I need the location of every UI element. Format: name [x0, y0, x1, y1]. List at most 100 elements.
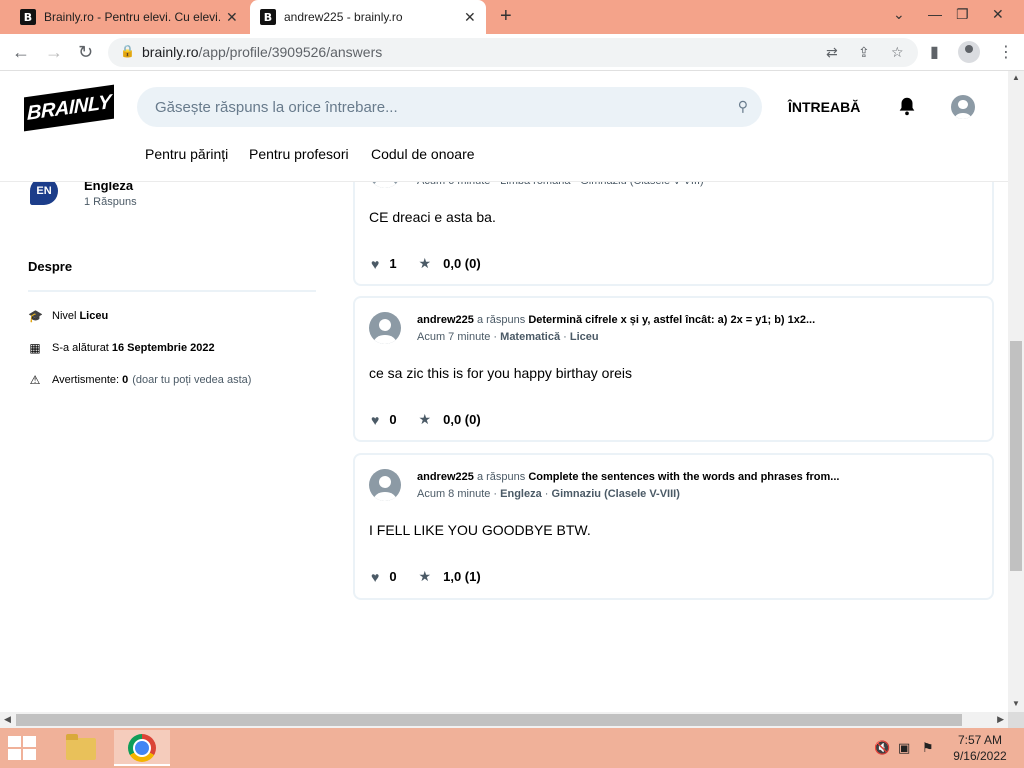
tab-search-icon[interactable]: ⌄ — [893, 6, 905, 23]
profile-icon[interactable] — [958, 41, 980, 63]
notification-bell-icon[interactable] — [896, 95, 918, 117]
close-tab-icon[interactable]: ✕ — [226, 9, 238, 26]
rating-value: 0,0 (0) — [443, 412, 481, 427]
divider — [28, 290, 316, 292]
rating-value: 0,0 (0) — [443, 256, 481, 271]
answer-text[interactable]: CE dreaci e asta ba. — [369, 209, 496, 225]
heart-icon[interactable]: ♥ — [371, 412, 379, 428]
like-count: 0 — [389, 412, 397, 427]
question-link[interactable]: Complete the sentences with the words an… — [528, 471, 839, 483]
joined-row: ▦ S-a alăturat 16 Septembrie 2022 — [28, 341, 215, 355]
warnings-value: 0 — [122, 374, 129, 386]
answer-subject[interactable]: Engleza — [500, 488, 542, 500]
restore-icon[interactable]: ❐ — [956, 6, 969, 23]
share-icon[interactable]: ⇪ — [858, 44, 870, 61]
joined-label: S-a alăturat — [52, 342, 109, 354]
tab-brainly-home[interactable]: B Brainly.ro - Pentru elevi. Cu elevi. ✕ — [12, 0, 248, 34]
answer-author-avatar-icon[interactable] — [369, 312, 401, 344]
scroll-up-icon[interactable]: ▲ — [1012, 73, 1020, 82]
new-tab-button[interactable]: + — [500, 6, 512, 26]
scrollbar-thumb[interactable] — [16, 714, 962, 726]
brainly-favicon-icon: B — [20, 9, 36, 25]
network-icon[interactable]: ▣ — [898, 740, 910, 756]
minimize-icon[interactable]: — — [928, 6, 942, 22]
system-clock[interactable]: 7:57 AM 9/16/2022 — [950, 732, 1010, 764]
answered-verb: a răspuns — [476, 314, 526, 326]
answer-text[interactable]: I FELL LIKE YOU GOODBYE BTW. — [369, 522, 591, 538]
forward-icon[interactable]: → — [45, 42, 63, 62]
answer-time: Acum 8 minute — [417, 488, 491, 500]
scroll-down-icon[interactable]: ▼ — [1012, 699, 1020, 708]
horizontal-scrollbar[interactable]: ◀ ▶ — [0, 712, 1008, 728]
author-username[interactable]: andrew225 — [417, 314, 474, 326]
joined-value: 16 Septembrie 2022 — [111, 342, 215, 354]
search-icon[interactable]: ⚲ — [738, 98, 748, 115]
back-icon[interactable]: ← — [12, 42, 30, 62]
browser-toolbar: ← → ↻ 🔒 brainly.ro/app/profile/3909526/a… — [0, 34, 1024, 71]
nav-honor-code-link[interactable]: Codul de onoare — [371, 146, 475, 162]
tab-title: andrew225 - brainly.ro — [284, 10, 403, 24]
clock-time: 7:57 AM — [957, 733, 1003, 747]
vertical-scrollbar[interactable]: ▲ ▼ — [1008, 71, 1024, 712]
url-text[interactable]: brainly.ro/app/profile/3909526/answers — [142, 44, 382, 60]
nav-teachers-link[interactable]: Pentru profesori — [249, 146, 349, 162]
answer-card: andrew225 a răspuns Complete the sentenc… — [353, 453, 994, 600]
like-count: 1 — [389, 256, 397, 271]
answer-text[interactable]: ce sa zic this is for you happy birthay … — [369, 365, 632, 381]
answer-author-avatar-icon[interactable] — [369, 469, 401, 501]
search-input[interactable] — [137, 87, 762, 127]
calendar-icon: ▦ — [29, 341, 41, 355]
warning-icon: ⚠ — [29, 373, 41, 387]
flag-icon[interactable]: ⚑ — [922, 740, 934, 756]
lock-icon[interactable]: 🔒 — [120, 44, 135, 58]
answer-stats: ♥ 1 ★ 0,0 (0) — [371, 255, 481, 272]
ask-question-button[interactable]: ÎNTREABĂ — [788, 99, 860, 115]
reload-icon[interactable]: ↻ — [78, 42, 93, 62]
scrollbar-corner — [1008, 712, 1024, 728]
rating-value: 1,0 (1) — [443, 569, 481, 584]
brainly-favicon-icon: B — [260, 9, 276, 25]
about-heading: Despre — [28, 259, 73, 274]
answer-level: Gimnaziu (Clasele V-VIII) — [551, 488, 680, 500]
star-rating-icon: ★ — [418, 255, 432, 271]
brainly-logo[interactable]: BRAINLY — [24, 84, 114, 132]
close-tab-icon[interactable]: ✕ — [464, 9, 476, 26]
scrollbar-thumb[interactable] — [1010, 341, 1022, 571]
tab-title: Brainly.ro - Pentru elevi. Cu elevi. — [44, 10, 220, 24]
chrome-icon — [128, 734, 156, 762]
level-value: Liceu — [79, 310, 109, 322]
star-rating-icon: ★ — [418, 568, 432, 584]
chrome-taskbar-button[interactable] — [114, 730, 170, 766]
menu-icon[interactable]: ⋮ — [998, 42, 1014, 62]
side-panel-icon[interactable]: ▮ — [930, 42, 939, 62]
answer-level: Liceu — [569, 331, 599, 343]
translate-icon[interactable]: ⇄ — [826, 44, 838, 61]
heart-icon[interactable]: ♥ — [371, 256, 379, 272]
tab-profile[interactable]: B andrew225 - brainly.ro ✕ — [250, 0, 486, 34]
user-avatar-icon[interactable] — [951, 95, 975, 119]
scroll-right-icon[interactable]: ▶ — [997, 714, 1004, 725]
answer-header: andrew225 a răspuns Complete the sentenc… — [417, 471, 839, 483]
windows-start-icon[interactable] — [8, 736, 38, 760]
volume-muted-icon[interactable]: 🔇 — [874, 740, 890, 756]
answer-stats: ♥ 0 ★ 0,0 (0) — [371, 411, 481, 428]
heart-icon[interactable]: ♥ — [371, 569, 379, 585]
answer-time: Acum 7 minute — [417, 331, 491, 343]
answer-header: andrew225 a răspuns Determină cifrele x … — [417, 314, 815, 326]
url-path: /app/profile/3909526/answers — [198, 44, 383, 60]
question-link[interactable]: Determină cifrele x și y, astfel încât: … — [528, 314, 815, 326]
address-bar[interactable]: 🔒 brainly.ro/app/profile/3909526/answers… — [108, 38, 918, 67]
scroll-left-icon[interactable]: ◀ — [4, 714, 11, 725]
answer-subject[interactable]: Matematică — [500, 331, 560, 343]
warnings-note: (doar tu poți vedea asta) — [132, 374, 252, 386]
star-icon[interactable]: ☆ — [891, 44, 904, 61]
level-row: 🎓 Nivel Liceu — [28, 309, 108, 323]
file-explorer-button[interactable] — [52, 730, 108, 766]
answer-meta: Acum 8 minute · Engleza · Gimnaziu (Clas… — [417, 488, 680, 500]
folder-icon — [66, 734, 96, 760]
warnings-row: ⚠ Avertismente: 0 (doar tu poți vedea as… — [28, 373, 252, 387]
close-window-icon[interactable]: ✕ — [992, 6, 1004, 23]
nav-parents-link[interactable]: Pentru părinți — [145, 146, 228, 162]
author-username[interactable]: andrew225 — [417, 471, 474, 483]
search-bar[interactable]: ⚲ — [137, 87, 762, 127]
